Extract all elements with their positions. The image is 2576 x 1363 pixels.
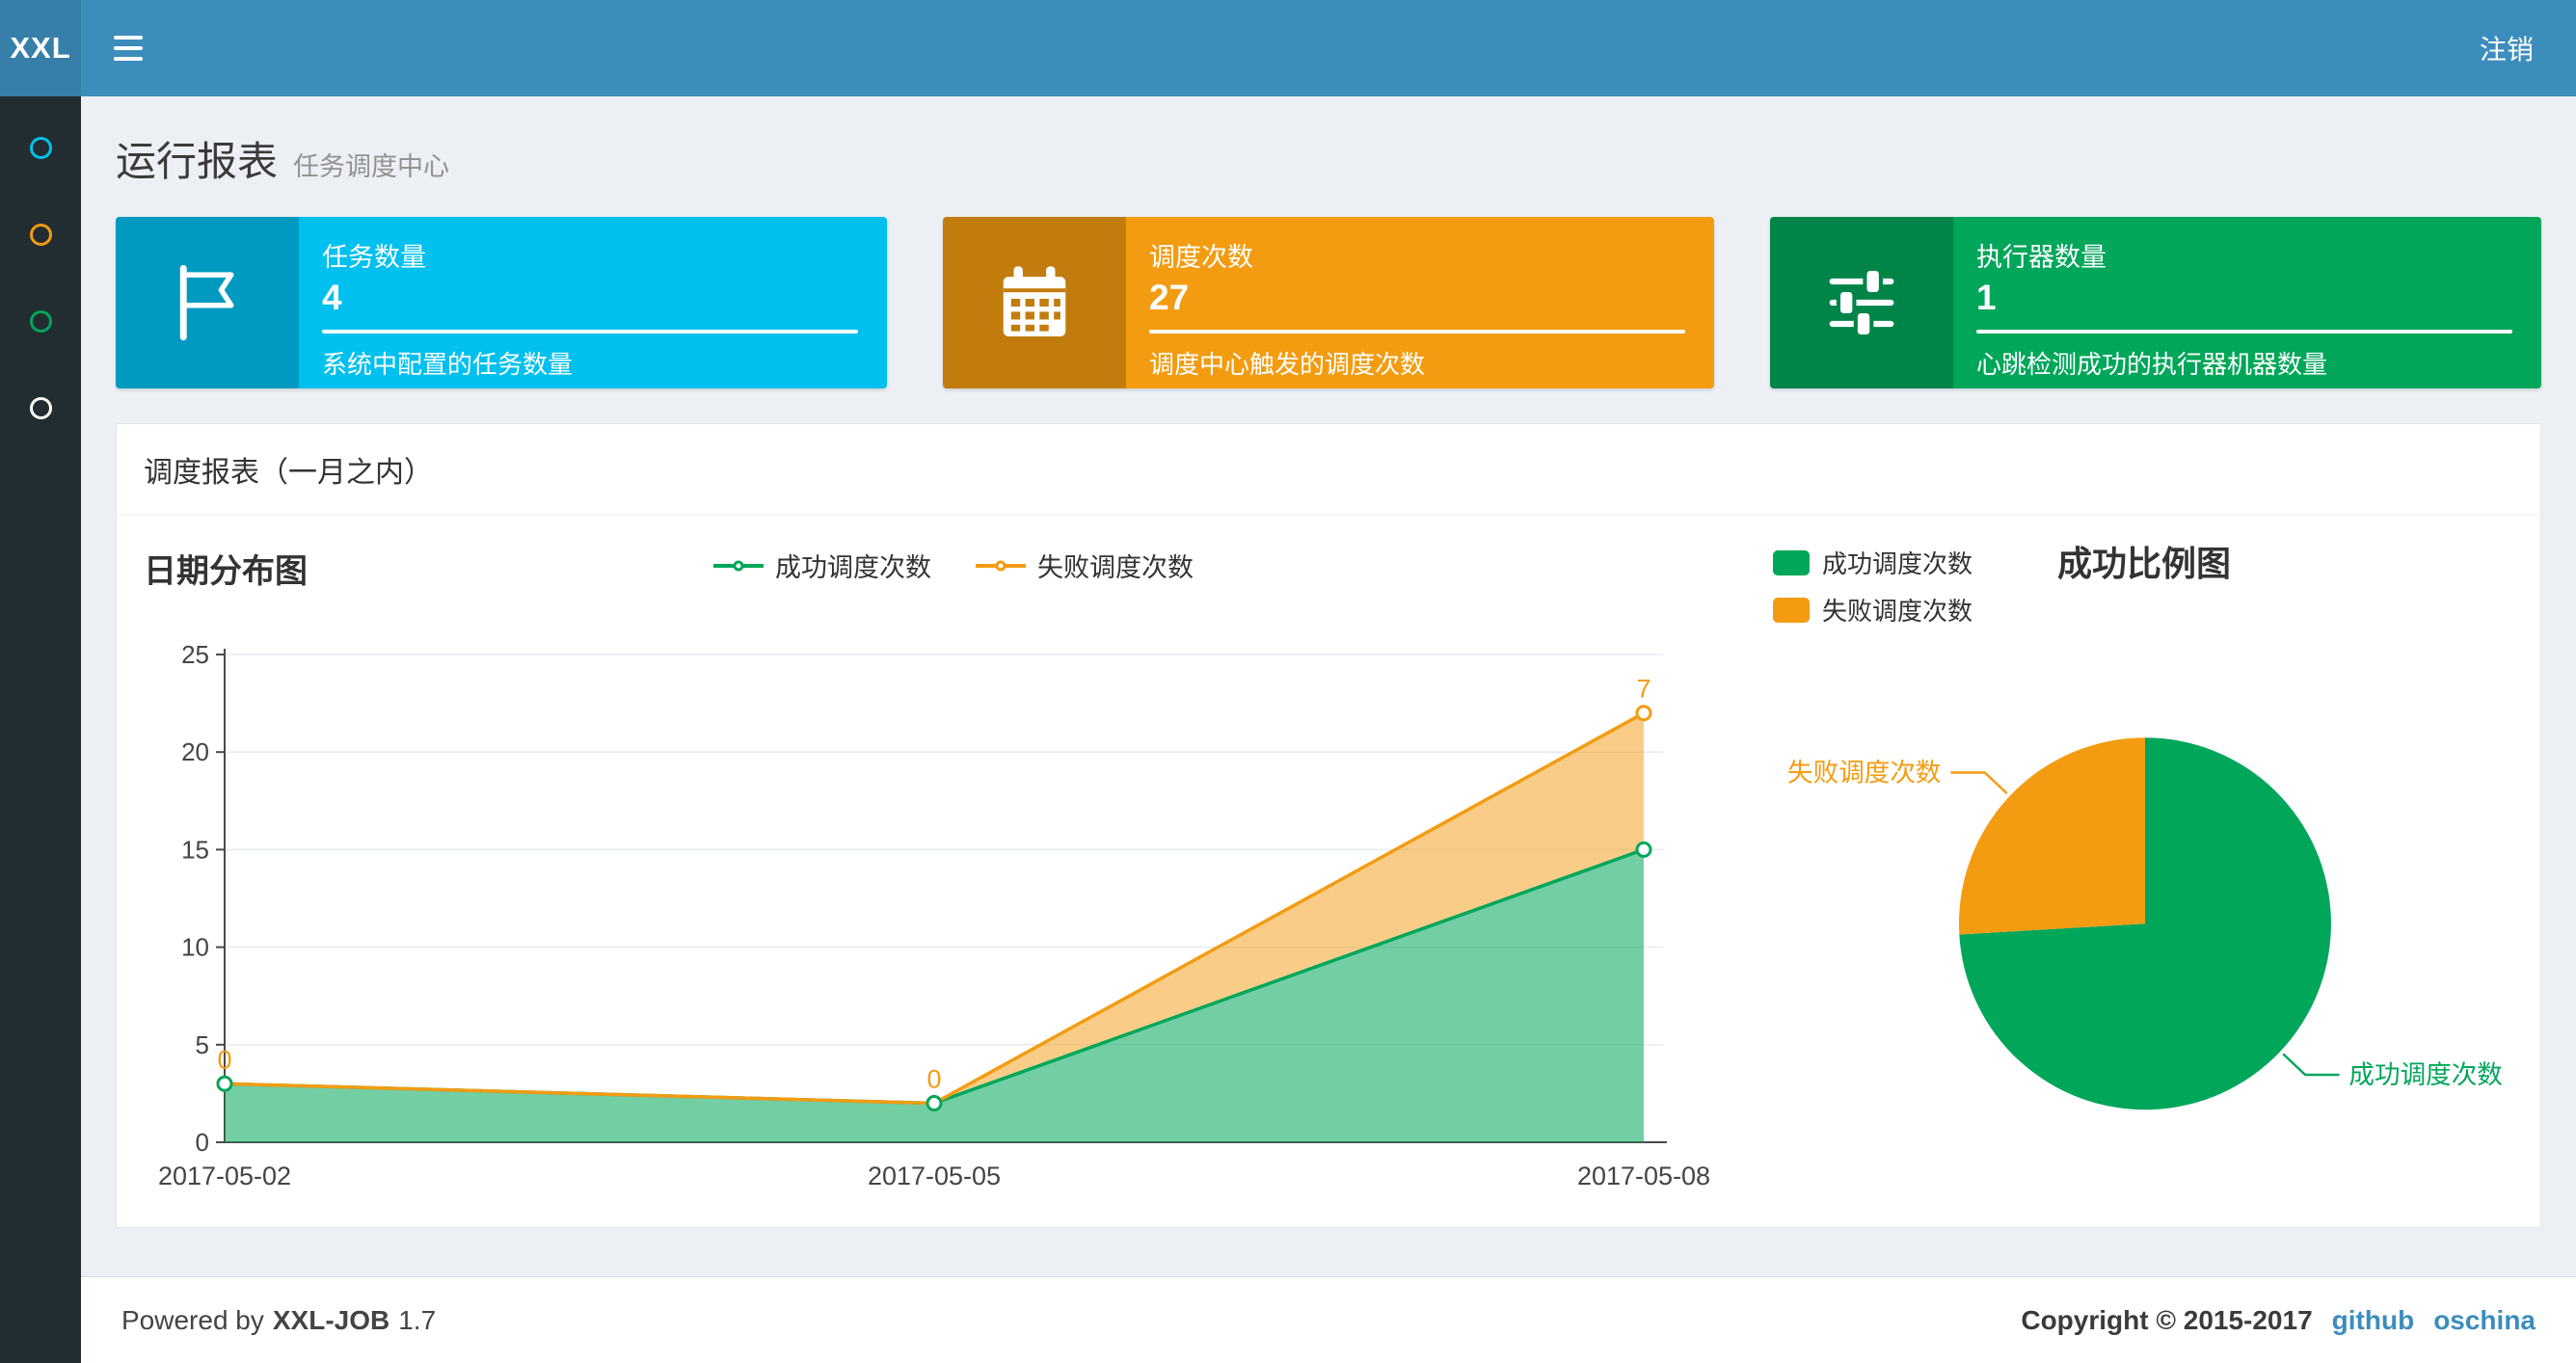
panel-title: 调度报表（一月之内） — [117, 424, 2540, 516]
svg-text:0: 0 — [217, 1045, 231, 1074]
product-version: 1.7 — [398, 1304, 437, 1335]
powered-by: Powered by XXL-JOB 1.7 — [121, 1304, 437, 1335]
page-header: 运行报表 任务调度中心 — [81, 96, 2576, 217]
info-box-executors: 执行器数量 1 心跳检测成功的执行器机器数量 — [1770, 217, 2541, 388]
line-marker-icon — [713, 556, 764, 575]
info-box-progress-bar — [1976, 330, 2512, 334]
success-ratio-pie: 成功调度次数 失败调度次数 — [1787, 737, 2503, 1110]
oschina-link[interactable]: oschina — [2433, 1305, 2536, 1336]
github-link[interactable]: github — [2332, 1305, 2415, 1336]
app-logo[interactable]: XXL — [0, 0, 81, 96]
sidebar-menu-item-3[interactable] — [0, 305, 81, 337]
line-marker-icon — [976, 556, 1026, 575]
legend-label: 失败调度次数 — [1037, 553, 1194, 582]
pie-chart-title: 成功比例图 — [2057, 544, 2232, 583]
info-box-title: 任务数量 — [322, 243, 426, 272]
sidebar-menu-item-1[interactable] — [0, 131, 81, 164]
page-subtitle: 任务调度中心 — [293, 152, 450, 181]
legend-label: 成功调度次数 — [775, 553, 931, 582]
info-box-title: 调度次数 — [1149, 243, 1253, 272]
info-box-number: 4 — [322, 278, 342, 317]
sidebar — [0, 96, 81, 1363]
circle-icon — [29, 309, 52, 333]
info-box-number: 27 — [1149, 278, 1190, 317]
sidebar-menu-item-4[interactable] — [0, 391, 81, 424]
sliders-icon — [1770, 217, 1953, 388]
flag-icon — [116, 217, 299, 388]
line-chart-legend: 成功调度次数 失败调度次数 — [713, 547, 1194, 584]
info-box-number: 1 — [1976, 278, 1997, 317]
svg-text:2017-05-05: 2017-05-05 — [868, 1162, 1001, 1190]
date-distribution-section: 日期分布图 成功调度次数 失败调度次数 0 5 10 15 20 25 2017… — [144, 545, 1763, 1206]
info-box-description: 系统中配置的任务数量 — [322, 350, 574, 379]
svg-text:25: 25 — [181, 640, 209, 669]
svg-text:0: 0 — [926, 1065, 941, 1094]
svg-text:10: 10 — [181, 933, 209, 962]
info-box-title: 执行器数量 — [1976, 243, 2106, 272]
svg-text:成功调度次数: 成功调度次数 — [2348, 1060, 2502, 1089]
date-distribution-chart: 05101520252017-05-02 2017-05-05 2017-05-08… — [158, 640, 1710, 1190]
report-panel: 调度报表（一月之内） 日期分布图 成功调度次数 失败调度次数 0 5 10 15… — [116, 423, 2541, 1228]
stat-boxes-row: 任务数量 4 系统中配置的任务数量 调度次数 27 调度中心触发的调度次数 执行… — [81, 217, 2576, 388]
info-box-tasks: 任务数量 4 系统中配置的任务数量 — [116, 217, 887, 388]
info-box-triggers: 调度次数 27 调度中心触发的调度次数 — [943, 217, 1714, 388]
info-box-progress-bar — [322, 330, 858, 334]
swatch-icon — [1773, 549, 1810, 575]
legend-item-success[interactable]: 成功调度次数 — [713, 547, 931, 584]
circle-icon — [29, 396, 52, 419]
swatch-icon — [1773, 597, 1810, 623]
main-content: 运行报表 任务调度中心 任务数量 4 系统中配置的任务数量 调度次数 27 调度… — [81, 96, 2576, 1363]
legend-label: 成功调度次数 — [1822, 549, 1973, 578]
sidebar-toggle-button[interactable] — [81, 0, 175, 96]
svg-text:失败调度次数: 失败调度次数 — [1787, 758, 1941, 787]
info-box-description: 心跳检测成功的执行器机器数量 — [1976, 350, 2328, 379]
calendar-icon — [943, 217, 1126, 388]
circle-icon — [29, 136, 52, 159]
svg-text:7: 7 — [1636, 675, 1650, 704]
pie-chart-legend: 成功调度次数 失败调度次数 — [1773, 545, 1972, 628]
pie-legend-item-success[interactable]: 成功调度次数 — [1773, 545, 1972, 580]
svg-text:15: 15 — [181, 835, 209, 864]
pie-legend-item-fail[interactable]: 失败调度次数 — [1773, 592, 1972, 628]
app-wrapper: 运行报表 任务调度中心 任务数量 4 系统中配置的任务数量 调度次数 27 调度… — [0, 96, 2576, 1363]
sidebar-menu-item-2[interactable] — [0, 218, 81, 251]
line-chart-title: 日期分布图 — [144, 553, 308, 590]
top-navbar: XXL 注销 — [0, 0, 2576, 96]
hamburger-icon — [114, 36, 143, 40]
info-box-progress-bar — [1149, 330, 1685, 334]
navbar-body: 注销 — [81, 0, 2576, 96]
svg-text:20: 20 — [181, 737, 209, 766]
legend-label: 失败调度次数 — [1822, 597, 1973, 626]
page-footer: Powered by XXL-JOB 1.7 Copyright © 2015-… — [81, 1276, 2576, 1363]
page-title: 运行报表 — [116, 139, 279, 184]
info-box-description: 调度中心触发的调度次数 — [1149, 350, 1426, 379]
svg-text:0: 0 — [196, 1128, 209, 1157]
svg-text:2017-05-02: 2017-05-02 — [158, 1162, 291, 1190]
legend-item-fail[interactable]: 失败调度次数 — [976, 547, 1194, 584]
circle-icon — [29, 223, 52, 246]
svg-text:5: 5 — [196, 1030, 209, 1059]
success-ratio-section: 成功调度次数 失败调度次数 成功比例图 成功调度次数 失败调度次数 — [1763, 545, 2513, 1206]
product-name: XXL-JOB — [272, 1304, 390, 1335]
svg-text:2017-05-08: 2017-05-08 — [1577, 1162, 1710, 1190]
logout-link[interactable]: 注销 — [2437, 29, 2576, 67]
copyright-text: Copyright © 2015-2017 — [2021, 1304, 2313, 1335]
